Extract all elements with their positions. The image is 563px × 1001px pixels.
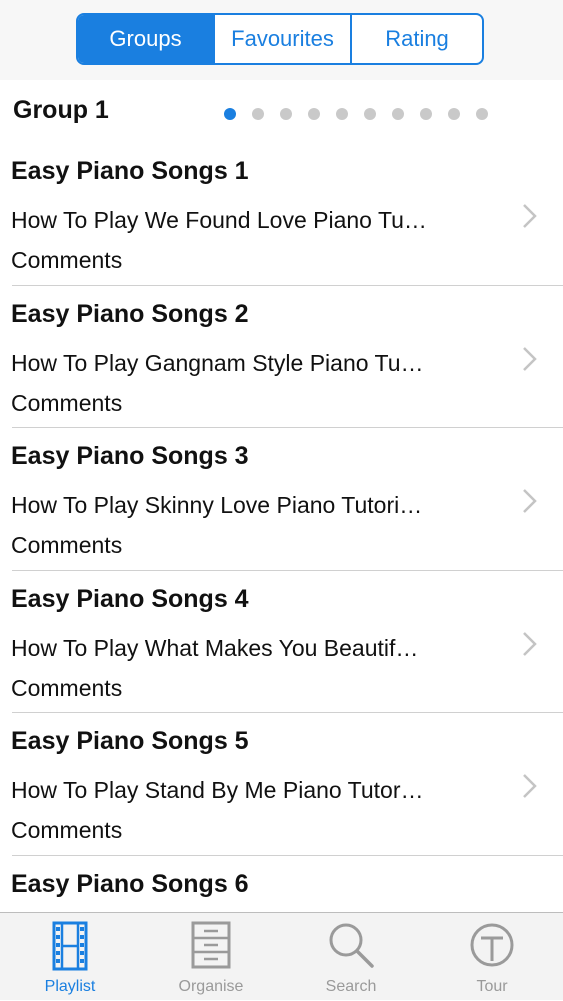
segment-groups[interactable]: Groups [78,15,213,63]
item-title: Easy Piano Songs 3 [11,442,249,470]
item-title: Easy Piano Songs 5 [11,727,249,755]
page-dot[interactable] [448,108,460,120]
item-subtitle: How To Play We Found Love Piano Tu… [11,207,427,233]
page-dot[interactable] [252,108,264,120]
item-title: Easy Piano Songs 4 [11,584,249,613]
tab-label: Organise [178,978,244,995]
file-cabinet-icon [191,921,231,969]
magnifier-icon [329,923,374,968]
tab-tour[interactable]: Tour [432,913,552,1001]
item-subtitle: How To Play Skinny Love Piano Tutori… [11,492,423,518]
chevron-right-icon [523,489,537,513]
tab-label: Search [325,978,377,995]
page-dot[interactable] [280,108,292,120]
item-comments-label[interactable]: Comments [11,247,122,274]
item-title: Easy Piano Songs 2 [11,299,249,328]
list-item[interactable]: Easy Piano Songs 1 How To Play We Found … [0,143,563,286]
segmented-control: Groups Favourites Rating [76,13,484,65]
page-dot[interactable] [392,108,404,120]
item-comments-label[interactable]: Comments [11,532,122,559]
page-dot[interactable] [476,108,488,120]
top-bar: Groups Favourites Rating [0,0,563,80]
group-title: Group 1 [13,96,109,124]
list-item[interactable]: Easy Piano Songs 4 How To Play What Make… [0,571,563,713]
tab-search[interactable]: Search [291,913,411,1001]
item-subtitle: How To Play Stand By Me Piano Tutor… [11,777,424,803]
item-title: Easy Piano Songs 6 [11,869,249,898]
tab-label: Tour [476,978,508,995]
chevron-right-icon [523,631,537,656]
playlist-list: Easy Piano Songs 1 How To Play We Found … [0,143,563,998]
tab-bar: Playlist Organise Search Tour [0,912,563,1000]
film-strip-icon [52,921,88,971]
list-item[interactable]: Easy Piano Songs 5 How To Play Stand By … [0,713,563,856]
segment-rating[interactable]: Rating [350,15,482,63]
tab-organise[interactable]: Organise [151,913,271,1001]
item-subtitle: How To Play Gangnam Style Piano Tu… [11,349,424,376]
chevron-right-icon [523,346,537,371]
page-dot[interactable] [308,108,320,120]
item-comments-label[interactable]: Comments [11,390,122,417]
page-dot[interactable] [224,108,236,120]
tab-playlist[interactable]: Playlist [10,913,130,1001]
page-dot[interactable] [364,108,376,120]
list-item[interactable]: Easy Piano Songs 2 How To Play Gangnam S… [0,286,563,428]
page-dot[interactable] [336,108,348,120]
chevron-right-icon [523,204,537,228]
item-title: Easy Piano Songs 1 [11,157,249,185]
signpost-icon [470,923,514,967]
item-comments-label[interactable]: Comments [11,817,122,844]
list-item[interactable]: Easy Piano Songs 3 How To Play Skinny Lo… [0,428,563,571]
item-subtitle: How To Play What Makes You Beautif… [11,634,419,661]
item-comments-label[interactable]: Comments [11,675,122,702]
tab-label: Playlist [44,978,96,995]
chevron-right-icon [523,774,537,798]
segment-favourites[interactable]: Favourites [213,15,350,63]
page-dot[interactable] [420,108,432,120]
